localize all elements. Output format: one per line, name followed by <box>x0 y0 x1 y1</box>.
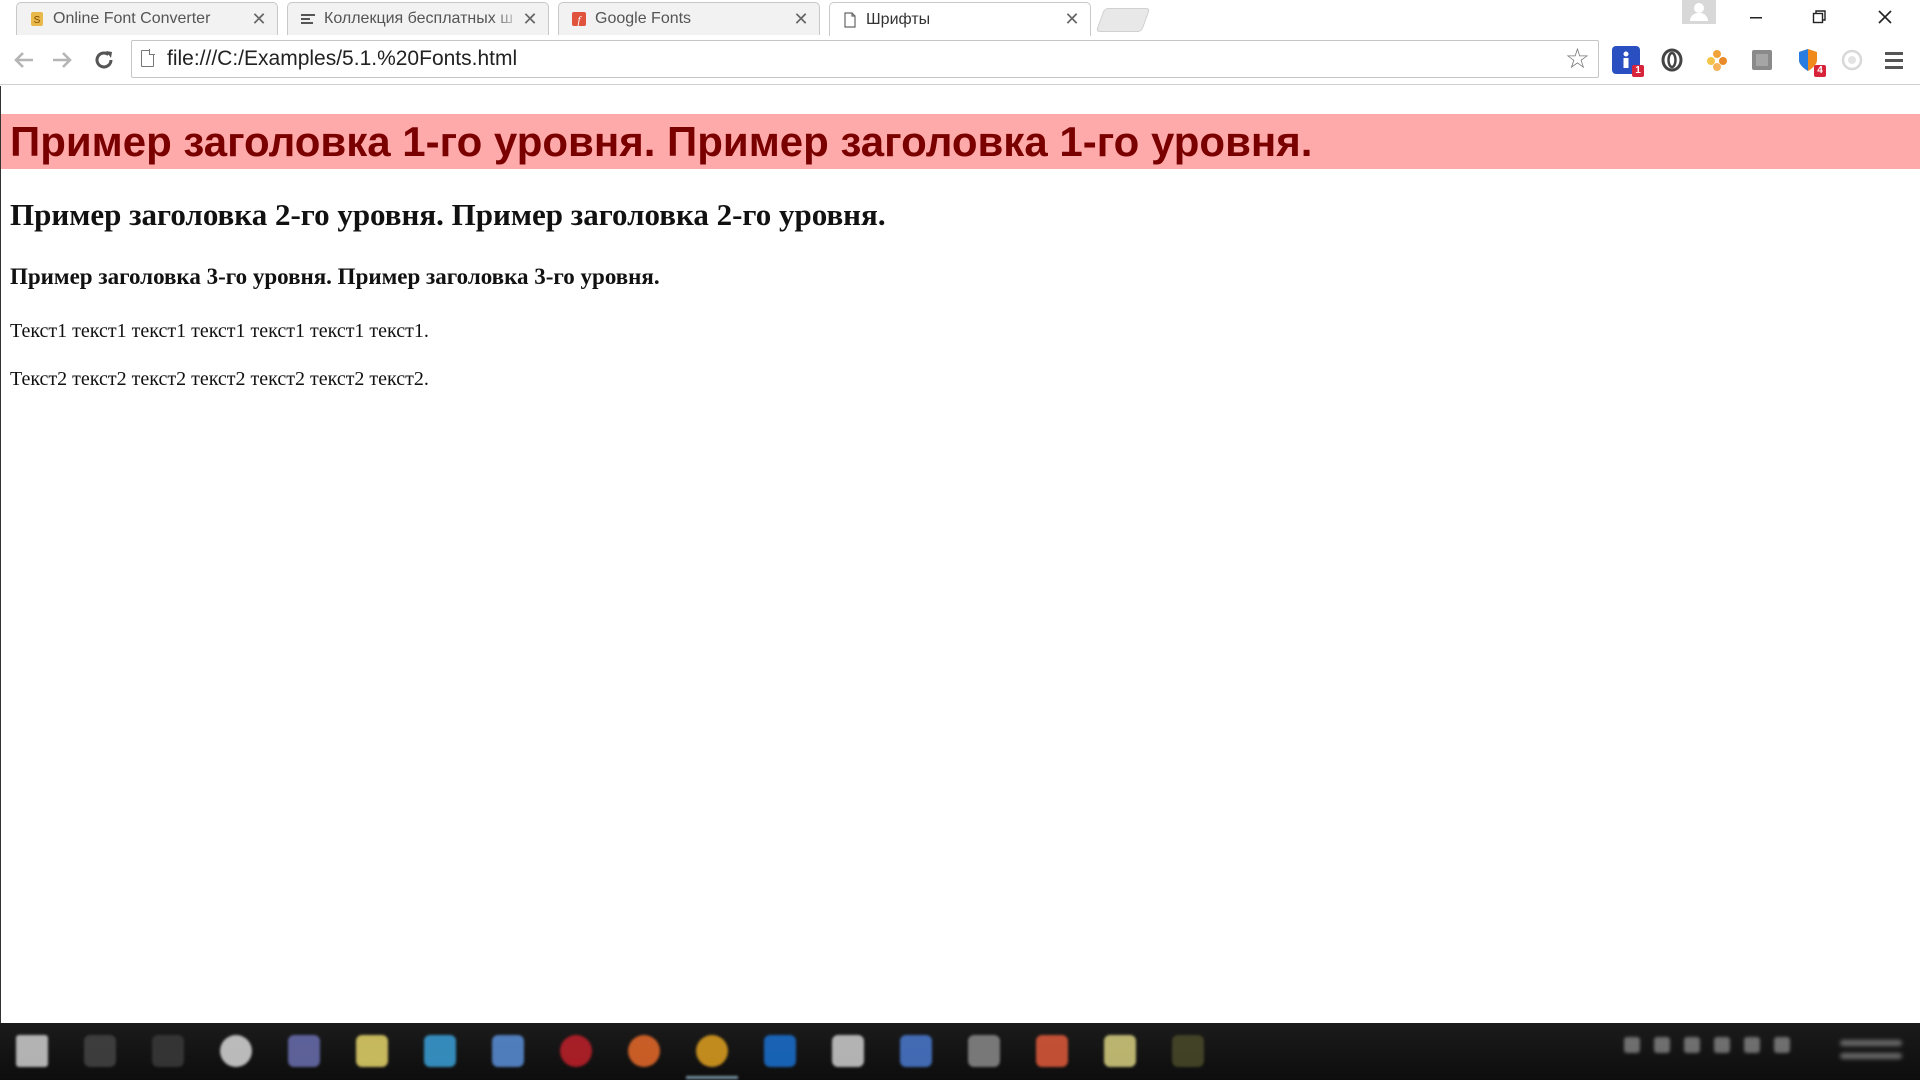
app-taskbar-icon[interactable] <box>968 1035 1000 1067</box>
heading-level-1: Пример заголовка 1-го уровня. Пример заг… <box>1 114 1920 169</box>
tab-close-icon[interactable]: ✕ <box>522 9 538 30</box>
browser-toolbar: ☆ 1 4 <box>0 35 1920 85</box>
file-explorer-icon[interactable] <box>356 1035 388 1067</box>
app-taskbar-icon[interactable] <box>832 1035 864 1067</box>
app-taskbar-icon[interactable] <box>1104 1035 1136 1067</box>
tab-title: Шрифты <box>866 10 931 28</box>
app-taskbar-icon[interactable] <box>900 1035 932 1067</box>
system-tray[interactable] <box>1624 1037 1790 1053</box>
reload-icon[interactable] <box>88 44 120 76</box>
google-fonts-favicon-icon: f <box>571 11 587 27</box>
windows-taskbar <box>0 1023 1920 1080</box>
page-favicon-icon <box>842 11 858 28</box>
app-taskbar-icon[interactable] <box>220 1035 252 1067</box>
chrome-taskbar-icon[interactable] <box>686 1035 738 1079</box>
taskbar-clock[interactable] <box>1836 1033 1906 1069</box>
app-taskbar-icon[interactable] <box>1172 1035 1204 1067</box>
app-taskbar-icon[interactable] <box>288 1035 320 1067</box>
forward-arrow-icon[interactable] <box>46 44 78 76</box>
app-taskbar-icon[interactable] <box>764 1035 796 1067</box>
restore-icon[interactable] <box>1790 0 1848 34</box>
browser-menu-icon[interactable] <box>1880 46 1908 74</box>
circle-extension-icon[interactable] <box>1838 46 1866 74</box>
svg-text:S: S <box>34 15 41 26</box>
list-favicon-icon <box>300 11 316 27</box>
info-extension-icon[interactable]: 1 <box>1612 46 1644 77</box>
paragraph-text-2: Текст2 текст2 текст2 текст2 текст2 текст… <box>10 368 429 390</box>
tab-close-icon[interactable]: ✕ <box>793 9 809 30</box>
flower-extension-icon[interactable] <box>1703 46 1731 74</box>
tab-collection[interactable]: Коллекция бесплатных ш ✕ <box>287 2 549 35</box>
tab-close-icon[interactable]: ✕ <box>251 9 267 30</box>
tab-title: Online Font Converter <box>53 10 211 27</box>
app-taskbar-icon[interactable] <box>492 1035 524 1067</box>
firefox-taskbar-icon[interactable] <box>628 1035 660 1067</box>
font-converter-favicon-icon: S <box>29 11 45 27</box>
opera-taskbar-icon[interactable] <box>560 1035 592 1067</box>
address-bar[interactable]: ☆ <box>131 40 1599 78</box>
url-input[interactable] <box>167 43 1547 75</box>
close-window-icon[interactable] <box>1856 0 1914 34</box>
gray-extension-icon[interactable] <box>1748 46 1776 74</box>
app-taskbar-icon[interactable] <box>1036 1035 1068 1067</box>
extension-badge: 4 <box>1814 65 1826 77</box>
profile-avatar-icon[interactable] <box>1682 0 1716 24</box>
heading-level-2: Пример заголовка 2-го уровня. Пример заг… <box>10 197 886 232</box>
app-taskbar-icon[interactable] <box>424 1035 456 1067</box>
tab-online-font-converter[interactable]: S Online Font Converter ✕ <box>16 2 278 35</box>
shield-extension-icon[interactable]: 4 <box>1794 46 1826 77</box>
search-taskbar-icon[interactable] <box>84 1035 116 1067</box>
tab-shrifty[interactable]: Шрифты ✕ <box>829 2 1091 36</box>
new-tab-button[interactable] <box>1095 8 1151 32</box>
heading-level-3: Пример заголовка 3-го уровня. Пример заг… <box>10 264 660 289</box>
extension-badge: 1 <box>1632 65 1644 77</box>
tab-title: Коллекция бесплатных ш <box>324 10 514 27</box>
tab-close-icon[interactable]: ✕ <box>1064 9 1080 30</box>
paragraph-text-1: Текст1 текст1 текст1 текст1 текст1 текст… <box>10 320 429 342</box>
page-icon <box>141 49 155 67</box>
tab-strip: S Online Font Converter ✕ Коллекция бесп… <box>0 0 1920 36</box>
start-button-icon[interactable] <box>16 1035 48 1067</box>
minimize-icon[interactable] <box>1727 0 1785 34</box>
page-viewport: Пример заголовка 1-го уровня. Пример заг… <box>0 86 1920 1023</box>
tab-google-fonts[interactable]: f Google Fonts ✕ <box>558 2 820 35</box>
task-view-icon[interactable] <box>152 1035 184 1067</box>
bookmark-star-icon[interactable]: ☆ <box>1565 44 1590 74</box>
back-arrow-icon[interactable] <box>8 44 40 76</box>
tab-title: Google Fonts <box>595 10 692 27</box>
opera-extension-icon[interactable] <box>1658 46 1686 74</box>
